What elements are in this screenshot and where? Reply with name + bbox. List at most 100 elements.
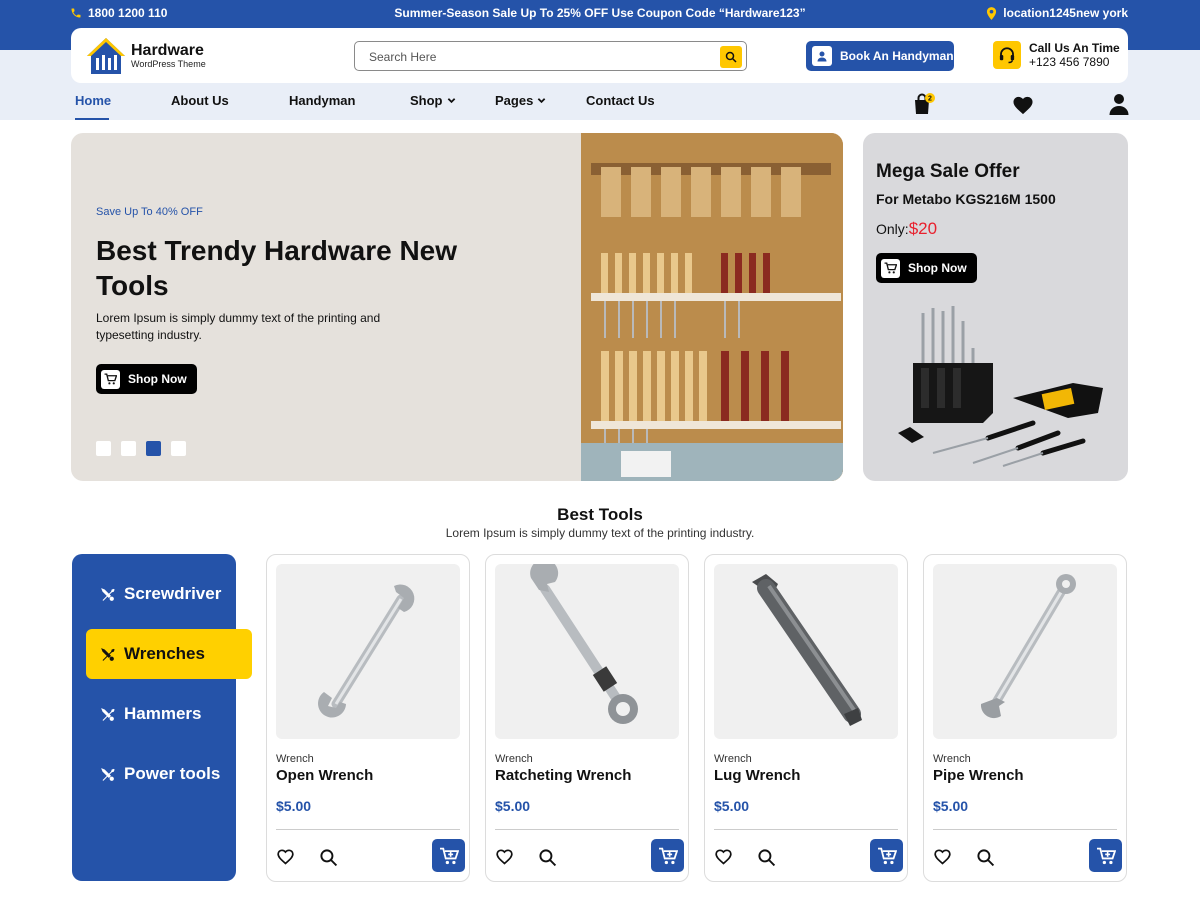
slider-dots bbox=[96, 441, 186, 456]
product-image bbox=[933, 564, 1117, 739]
search-input[interactable] bbox=[369, 48, 709, 66]
tools-icon bbox=[101, 587, 115, 601]
search-icon bbox=[725, 51, 737, 63]
cart-button[interactable]: 2 bbox=[910, 92, 938, 121]
cart-icon bbox=[101, 369, 120, 389]
nav-about[interactable]: About Us bbox=[171, 93, 229, 108]
cart-icon bbox=[881, 258, 900, 278]
nav-home[interactable]: Home bbox=[75, 93, 111, 108]
nav-handyman-label: Handyman bbox=[289, 93, 356, 108]
logo[interactable]: Hardware WordPress Theme bbox=[85, 36, 206, 76]
chevron-down-icon bbox=[538, 98, 546, 104]
user-icon bbox=[1109, 94, 1129, 115]
nav-active-underline bbox=[75, 118, 109, 120]
heart-outline-icon[interactable] bbox=[714, 848, 733, 865]
divider bbox=[714, 829, 898, 830]
offer-shop-now-button[interactable]: Shop Now bbox=[876, 253, 977, 283]
header: Hardware WordPress Theme Book An Handyma… bbox=[71, 28, 1128, 83]
nav-contact[interactable]: Contact Us bbox=[586, 93, 655, 108]
wishlist-button[interactable] bbox=[1012, 95, 1034, 120]
slider-dot-1[interactable] bbox=[96, 441, 111, 456]
product-category: Wrench bbox=[933, 753, 971, 765]
search-button[interactable] bbox=[720, 46, 742, 68]
quick-view-search-icon[interactable] bbox=[538, 848, 557, 867]
category-hammers[interactable]: Hammers bbox=[86, 689, 252, 739]
cart-icon bbox=[439, 847, 459, 864]
product-card[interactable]: Wrench Pipe Wrench $5.00 bbox=[923, 554, 1127, 882]
nav-pages[interactable]: Pages bbox=[495, 93, 546, 108]
nav-pages-label: Pages bbox=[495, 93, 534, 108]
product-card[interactable]: Wrench Lug Wrench $5.00 bbox=[704, 554, 908, 882]
nav-home-label: Home bbox=[75, 93, 112, 108]
add-to-cart-button[interactable] bbox=[432, 839, 465, 872]
call-number: +123 456 7890 bbox=[1029, 55, 1110, 69]
category-label: Wrenches bbox=[124, 644, 205, 663]
call-us[interactable]: Call Us An Time +123 456 7890 bbox=[993, 41, 1120, 69]
category-wrenches[interactable]: Wrenches bbox=[86, 629, 252, 679]
heart-outline-icon[interactable] bbox=[276, 848, 295, 865]
product-card[interactable]: Wrench Open Wrench $5.00 bbox=[266, 554, 470, 882]
hero-tools-photo bbox=[581, 133, 843, 481]
offer-price: $20 bbox=[908, 219, 938, 238]
heart-icon bbox=[1013, 96, 1033, 115]
offer-only-label: Only: bbox=[876, 221, 909, 237]
book-handyman-button[interactable]: Book An Handyman bbox=[806, 41, 954, 71]
divider bbox=[495, 829, 679, 830]
slider-dot-4[interactable] bbox=[171, 441, 186, 456]
logo-house-icon bbox=[87, 38, 125, 74]
nav-shop[interactable]: Shop bbox=[410, 93, 456, 108]
hero-banner: Save Up To 40% OFF Best Trendy Hardware … bbox=[71, 133, 843, 481]
account-button[interactable] bbox=[1109, 93, 1129, 120]
offer-price-line: Only:$20 bbox=[876, 219, 937, 239]
product-category: Wrench bbox=[714, 753, 752, 765]
hero-description: Lorem Ipsum is simply dummy text of the … bbox=[96, 311, 381, 342]
slider-dot-3[interactable] bbox=[146, 441, 161, 456]
heart-outline-icon[interactable] bbox=[933, 848, 952, 865]
headset-icon bbox=[993, 41, 1021, 69]
heart-outline-icon[interactable] bbox=[495, 848, 514, 865]
cart-icon bbox=[658, 847, 678, 864]
tools-icon bbox=[101, 647, 115, 661]
product-name[interactable]: Lug Wrench bbox=[714, 767, 800, 784]
top-location-text: location1245new york bbox=[1003, 6, 1128, 20]
nav-shop-label: Shop bbox=[410, 93, 443, 108]
add-to-cart-button[interactable] bbox=[651, 839, 684, 872]
call-title: Call Us An Time bbox=[1029, 41, 1120, 55]
brand-name: Hardware bbox=[131, 42, 204, 59]
cart-icon bbox=[877, 847, 897, 864]
cart-count: 2 bbox=[928, 96, 932, 103]
category-sidebar: Screwdriver Wrenches Hammers Power tools bbox=[72, 554, 252, 881]
product-name[interactable]: Pipe Wrench bbox=[933, 767, 1024, 784]
chevron-down-icon bbox=[447, 98, 455, 104]
search-box bbox=[354, 41, 747, 71]
brand-tagline: WordPress Theme bbox=[131, 59, 206, 69]
category-power-tools[interactable]: Power tools bbox=[86, 749, 252, 799]
top-location[interactable]: location1245new york bbox=[986, 6, 1128, 20]
mega-sale-offer: Mega Sale Offer For Metabo KGS216M 1500 … bbox=[863, 133, 1128, 481]
product-name[interactable]: Ratcheting Wrench bbox=[495, 767, 631, 784]
product-card[interactable]: Wrench Ratcheting Wrench $5.00 bbox=[485, 554, 689, 882]
nav-handyman[interactable]: Handyman bbox=[289, 93, 355, 108]
product-name[interactable]: Open Wrench bbox=[276, 767, 373, 784]
product-image bbox=[714, 564, 898, 739]
category-screwdriver[interactable]: Screwdriver bbox=[86, 569, 252, 619]
quick-view-search-icon[interactable] bbox=[757, 848, 776, 867]
add-to-cart-button[interactable] bbox=[1089, 839, 1122, 872]
add-to-cart-button[interactable] bbox=[870, 839, 903, 872]
hero-shop-now-button[interactable]: Shop Now bbox=[96, 364, 197, 394]
divider bbox=[933, 829, 1117, 830]
slider-dot-2[interactable] bbox=[121, 441, 136, 456]
screwdriver-set-image bbox=[898, 306, 1103, 467]
product-price: $5.00 bbox=[495, 798, 531, 814]
quick-view-search-icon[interactable] bbox=[976, 848, 995, 867]
offer-shop-now-label: Shop Now bbox=[908, 261, 967, 275]
quick-view-search-icon[interactable] bbox=[319, 848, 338, 867]
category-label: Hammers bbox=[124, 704, 202, 723]
product-price: $5.00 bbox=[933, 798, 969, 814]
pipe-wrench-image bbox=[980, 574, 1076, 719]
divider bbox=[276, 829, 460, 830]
nav-contact-label: Contact Us bbox=[586, 93, 655, 108]
lug-wrench-image bbox=[752, 574, 862, 726]
tools-icon bbox=[101, 707, 115, 721]
product-category: Wrench bbox=[276, 753, 314, 765]
